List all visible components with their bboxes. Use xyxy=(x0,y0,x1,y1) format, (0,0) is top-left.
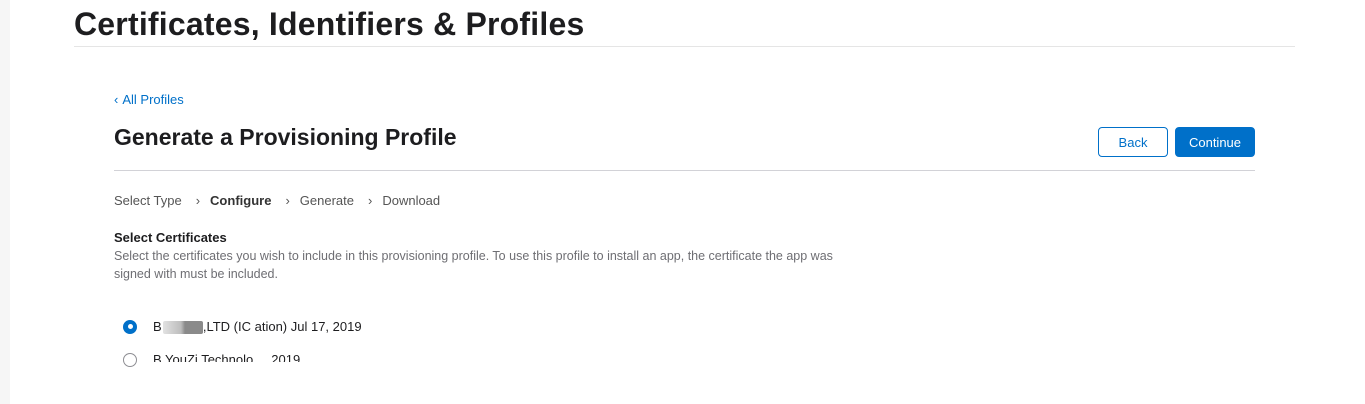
chevron-right-icon: › xyxy=(367,193,373,208)
section-title: Generate a Provisioning Profile xyxy=(114,124,457,150)
redaction-mask xyxy=(140,362,600,372)
left-edge-strip xyxy=(0,0,10,404)
select-certificates-description: Select the certificates you wish to incl… xyxy=(114,249,833,281)
continue-button[interactable]: Continue xyxy=(1175,127,1255,157)
radio-selected-icon[interactable] xyxy=(123,319,137,334)
title-divider xyxy=(74,46,1295,47)
header-divider xyxy=(114,170,1255,171)
step-breadcrumb: Select Type › Configure › Generate › Dow… xyxy=(114,193,440,208)
page-title: Certificates, Identifiers & Profiles xyxy=(74,6,585,42)
redaction-block xyxy=(163,321,203,334)
step-configure: Configure xyxy=(210,193,272,208)
radio-unselected-icon[interactable] xyxy=(123,352,137,367)
all-profiles-link[interactable]: ‹ All Profiles xyxy=(114,92,184,107)
back-button[interactable]: Back xyxy=(1098,127,1168,157)
all-profiles-label: All Profiles xyxy=(122,92,184,107)
chevron-left-icon: ‹ xyxy=(114,92,119,107)
step-generate: Generate xyxy=(299,193,354,208)
select-certificates-heading: Select Certificates xyxy=(114,230,227,245)
chevron-right-icon: › xyxy=(195,193,201,208)
step-download: Download xyxy=(382,193,441,208)
step-select-type: Select Type xyxy=(114,193,182,208)
certificate-option[interactable]: B gy Co.,LTD (IC ation) Jul 17, 2019 xyxy=(123,319,362,334)
chevron-right-icon: › xyxy=(285,193,290,208)
